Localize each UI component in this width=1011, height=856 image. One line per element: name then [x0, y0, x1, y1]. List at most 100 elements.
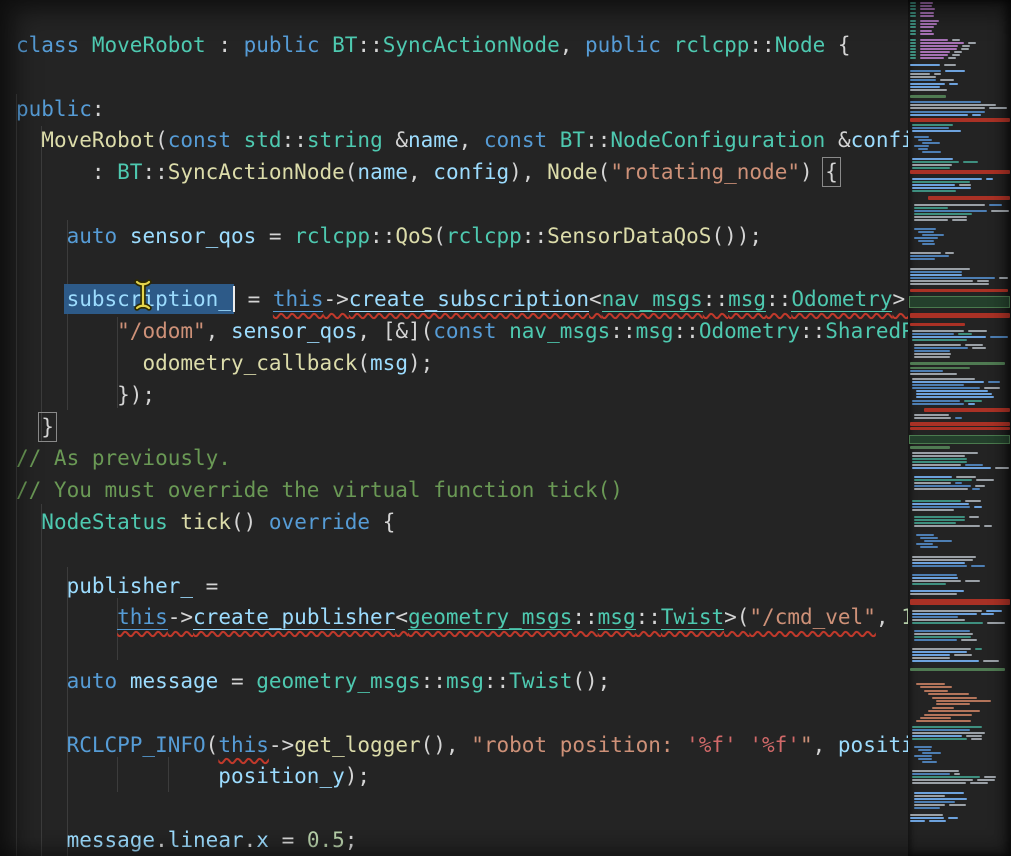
minimap-code-line [920, 42, 964, 44]
minimap-code-line [920, 717, 951, 719]
code-line[interactable]: : BT::SyncActionNode(name, config), Node… [16, 157, 908, 189]
minimap-code-line [914, 237, 938, 239]
minimap-comment-bar [910, 668, 1005, 671]
code-line[interactable]: // As previously. [16, 443, 908, 475]
minimap-code-line [910, 23, 916, 25]
minimap-code-line [912, 580, 961, 582]
code-line[interactable]: this->create_publisher<geometry_msgs::ms… [16, 602, 908, 634]
code-line[interactable]: message.linear.x = 0.5; [16, 825, 908, 856]
minimap-code-line [929, 820, 946, 822]
minimap-code-line [987, 622, 1005, 624]
code-line[interactable]: NodeStatus tick() override { [16, 507, 908, 539]
minimap-code-line [922, 761, 937, 763]
minimap-error-bar [910, 422, 1010, 426]
code-line[interactable] [16, 793, 908, 825]
minimap-error-bar [910, 427, 1010, 430]
minimap-code-line [910, 48, 916, 50]
minimap-code-line [910, 271, 962, 273]
minimap-code-line [912, 654, 950, 656]
code-line[interactable]: position_y); [16, 761, 908, 793]
minimap-code-line [912, 184, 955, 186]
minimap-code-line [912, 127, 949, 129]
code-line[interactable] [16, 698, 908, 730]
minimap-code-line [912, 577, 958, 579]
minimap-code-line [952, 219, 967, 221]
minimap-code-line [916, 534, 934, 536]
minimap-code-line [944, 64, 956, 66]
minimap-code-line [964, 400, 982, 402]
minimap-error-bar [910, 289, 1008, 292]
minimap-code-line [976, 479, 994, 481]
minimap-code-line [918, 139, 932, 141]
minimap-code-line [912, 455, 965, 457]
code-line[interactable]: MoveRobot(const std::string &name, const… [16, 125, 908, 157]
minimap-code-line [916, 683, 945, 685]
minimap-code-line [910, 817, 944, 819]
minimap-code-line [914, 228, 936, 230]
minimap-code-line [912, 619, 965, 621]
minimap-code-line [972, 114, 981, 116]
minimap-code-line [989, 204, 1002, 206]
minimap-code-line [954, 51, 962, 53]
code-line[interactable]: publisher_ = [16, 571, 908, 603]
minimap-code-line [912, 336, 986, 338]
minimap-code-line [928, 710, 980, 712]
minimap-code-line [912, 773, 950, 775]
code-line[interactable]: "/odom", sensor_qos, [&](const nav_msgs:… [16, 316, 908, 348]
code-area[interactable]: class MoveRobot : public BT::SyncActionN… [0, 0, 908, 856]
code-line[interactable]: }); [16, 380, 908, 412]
code-line[interactable] [16, 634, 908, 666]
code-line[interactable]: auto message = geometry_msgs::msg::Twist… [16, 666, 908, 698]
minimap-code-line [910, 5, 916, 7]
minimap-code-line [912, 770, 959, 772]
code-line[interactable] [16, 253, 908, 285]
minimap-code-line [912, 616, 958, 618]
minimap-code-line [988, 381, 1000, 383]
minimap-code-line [965, 580, 979, 582]
minimap-code-line [999, 277, 1008, 279]
minimap-code-line [970, 782, 988, 784]
minimap-code-line [959, 184, 972, 186]
vscode-editor: class MoveRobot : public BT::SyncActionN… [0, 0, 1011, 856]
code-line[interactable]: RCLCPP_INFO(this->get_logger(), "robot p… [16, 730, 908, 762]
minimap-code-line [914, 213, 972, 215]
minimap-code-line [912, 506, 970, 508]
minimap-code-line [912, 657, 950, 659]
minimap-error-bar [910, 599, 1010, 605]
minimap[interactable] [908, 0, 1011, 856]
minimap-code-line [910, 101, 981, 103]
minimap-code-line [920, 33, 934, 35]
selection-highlight: subscription_ [67, 287, 231, 311]
minimap-code-line [914, 344, 961, 346]
minimap-code-line [912, 190, 956, 192]
code-line[interactable]: // You must override the virtual functio… [16, 475, 908, 507]
minimap-code-line [912, 130, 961, 132]
minimap-code-line [916, 393, 992, 395]
code-line[interactable]: auto sensor_qos = rclcpp::QoS(rclcpp::Se… [16, 221, 908, 253]
code-line[interactable]: subscription_ = this->create_subscriptio… [16, 284, 908, 316]
minimap-code-line [910, 593, 957, 595]
code-line[interactable]: } [16, 412, 908, 444]
minimap-code-line [912, 503, 969, 505]
minimap-code-line [918, 231, 934, 233]
minimap-code-line [968, 42, 976, 44]
code-line[interactable]: public: [16, 94, 908, 126]
code-line[interactable]: class MoveRobot : public BT::SyncActionN… [16, 30, 908, 62]
minimap-code-line [912, 381, 984, 383]
minimap-code-line [961, 639, 977, 641]
code-line[interactable] [16, 539, 908, 571]
code-line[interactable] [16, 189, 908, 221]
minimap-code-line [912, 559, 973, 561]
minimap-code-line [910, 283, 989, 285]
code-line[interactable]: odometry_callback(msg); [16, 348, 908, 380]
minimap-code-line [920, 2, 933, 4]
minimap-code-line [912, 464, 961, 466]
minimap-code-line [914, 807, 940, 809]
minimap-code-line [948, 817, 959, 819]
minimap-error-bar [910, 313, 1010, 318]
minimap-code-line [910, 54, 916, 56]
minimap-code-line [961, 48, 969, 50]
minimap-code-line [912, 782, 966, 784]
code-line[interactable] [16, 62, 908, 94]
minimap-code-line [912, 583, 946, 585]
